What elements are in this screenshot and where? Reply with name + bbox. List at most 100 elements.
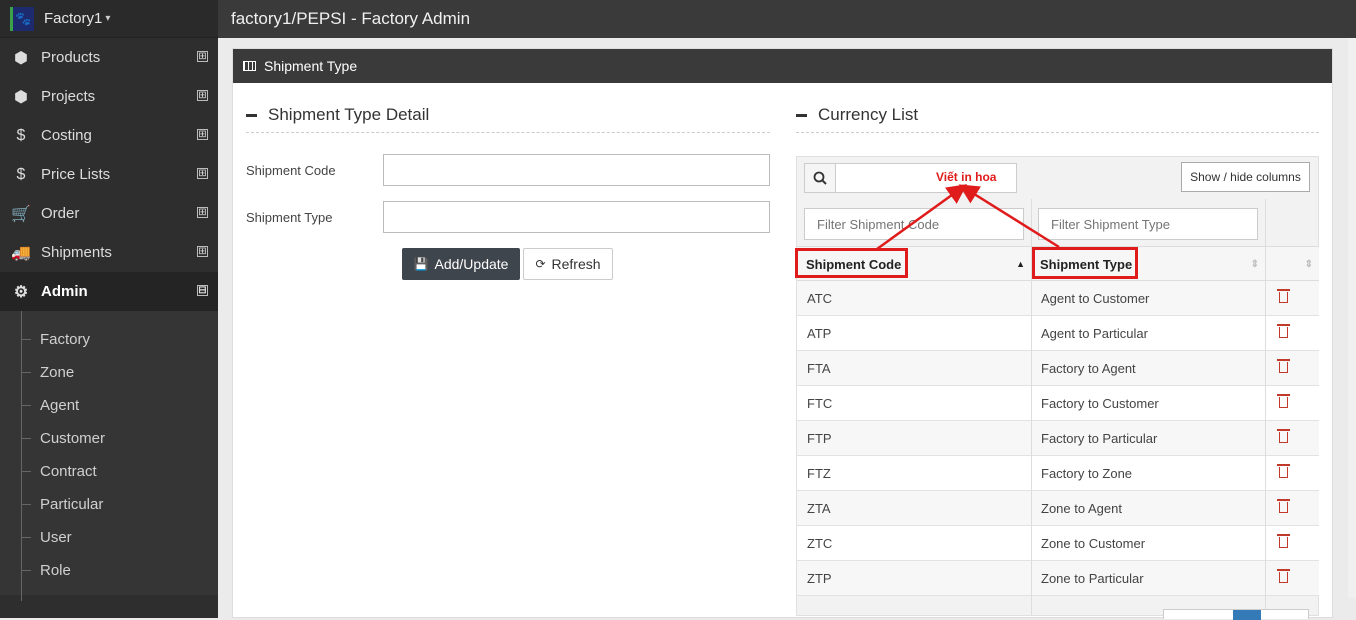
cell-shipment-type: Zone to Agent: [1041, 501, 1122, 516]
expand-toggle-icon[interactable]: ⊞: [197, 168, 208, 179]
expand-toggle-icon[interactable]: ⊞: [197, 246, 208, 257]
dollar-icon: $: [16, 126, 26, 144]
sidebar-item-shipments[interactable]: 🚚 Shipments ⊞: [0, 233, 218, 272]
table-row[interactable]: FTC Factory to Customer: [797, 386, 1319, 421]
trash-icon[interactable]: [1277, 429, 1290, 443]
submenu-item-factory[interactable]: Factory: [0, 323, 218, 356]
dollar-icon: $: [16, 165, 26, 183]
cell-shipment-code: FTZ: [807, 466, 831, 481]
sidebar-item-label: Order: [41, 205, 80, 222]
trash-icon[interactable]: [1277, 394, 1290, 408]
sidebar-item-label: Projects: [41, 88, 96, 105]
sidebar-item-label: Costing: [41, 127, 92, 144]
trash-icon[interactable]: [1277, 534, 1290, 548]
cell-shipment-type: Factory to Agent: [1041, 361, 1136, 376]
sidebar-item-products[interactable]: ⬢ Products ⊞: [0, 38, 218, 77]
cell-shipment-code: FTA: [807, 361, 831, 376]
refresh-button[interactable]: ⟳ Refresh: [523, 248, 613, 280]
refresh-label: Refresh: [551, 256, 601, 272]
table-row[interactable]: FTP Factory to Particular: [797, 421, 1319, 456]
expand-toggle-icon[interactable]: ⊞: [197, 90, 208, 101]
sidebar-item-label: Shipments: [41, 244, 112, 261]
submenu-item-zone[interactable]: Zone: [0, 356, 218, 389]
panel-title: Shipment Type: [264, 58, 358, 74]
submenu-item-agent[interactable]: Agent: [0, 389, 218, 422]
sidebar-item-admin[interactable]: ⚙ Admin ⊟: [0, 272, 218, 311]
sidebar-item-label: Admin: [41, 283, 88, 300]
submenu-item-contract[interactable]: Contract: [0, 455, 218, 488]
collapse-icon[interactable]: [246, 113, 257, 117]
divider: [246, 132, 770, 133]
cell-shipment-code: ZTP: [807, 571, 832, 586]
shipment-code-label: Shipment Code: [246, 163, 336, 178]
divider: [796, 132, 1319, 133]
sidebar-item-label: Products: [41, 49, 101, 66]
shipment-type-input[interactable]: [383, 201, 770, 233]
add-update-button[interactable]: 💾 Add/Update: [402, 248, 520, 280]
trash-icon[interactable]: [1277, 569, 1290, 583]
table-row[interactable]: ZTC Zone to Customer: [797, 526, 1319, 561]
cell-shipment-code: ZTA: [807, 501, 831, 516]
trash-icon[interactable]: [1277, 359, 1290, 373]
sidebar: 🐾 Factory1 ▾ ⬢ Products ⊞ ⬢ Projects ⊞ $ Costin…: [0, 0, 218, 618]
expand-toggle-icon[interactable]: ⊟: [197, 285, 208, 296]
shipment-type-label: Shipment Type: [246, 210, 333, 225]
admin-submenu: Factory Zone Agent Customer Contract Particul…: [0, 311, 218, 601]
table-row[interactable]: ATP Agent to Particular: [797, 316, 1319, 351]
main-panel: Shipment Type Shipment Type Detail Shipm…: [232, 48, 1333, 620]
trash-icon[interactable]: [1277, 289, 1290, 303]
cell-shipment-type: Factory to Particular: [1041, 431, 1158, 446]
sidebar-item-order[interactable]: 🛒 Order ⊞: [0, 194, 218, 233]
shipment-code-input[interactable]: [383, 154, 770, 186]
cart-icon: 🛒: [11, 205, 31, 223]
save-icon: 💾: [413, 257, 429, 271]
detail-title-text: Shipment Type Detail: [268, 105, 430, 124]
table-row[interactable]: ZTP Zone to Particular: [797, 561, 1319, 596]
table-icon: [243, 61, 256, 71]
cell-shipment-type: Zone to Customer: [1041, 536, 1146, 551]
cell-shipment-code: ZTC: [807, 536, 833, 551]
cell-shipment-type: Agent to Particular: [1041, 326, 1148, 341]
add-update-label: Add/Update: [434, 256, 509, 272]
panel-header: Shipment Type: [233, 49, 1332, 83]
cell-shipment-type: Factory to Zone: [1041, 466, 1133, 481]
brand-bar[interactable]: 🐾 Factory1 ▾: [0, 0, 218, 38]
scrollbar[interactable]: [1348, 38, 1356, 598]
detail-section-title[interactable]: Shipment Type Detail: [246, 105, 429, 125]
list-section-title[interactable]: Currency List: [796, 105, 918, 125]
trash-icon[interactable]: [1277, 499, 1290, 513]
submenu-item-role[interactable]: Role: [0, 554, 218, 587]
gears-icon: ⚙: [13, 283, 29, 301]
collapse-icon[interactable]: [796, 113, 807, 117]
submenu-item-customer[interactable]: Customer: [0, 422, 218, 455]
sidebar-item-price-lists[interactable]: $ Price Lists ⊞: [0, 155, 218, 194]
expand-toggle-icon[interactable]: ⊞: [197, 207, 208, 218]
trash-icon[interactable]: [1277, 324, 1290, 338]
table-row[interactable]: ZTA Zone to Agent: [797, 491, 1319, 526]
top-bar: factory1/PEPSI - Factory Admin: [218, 0, 1356, 38]
cubes-icon: ⬢: [14, 88, 28, 106]
truck-icon: 🚚: [11, 244, 31, 262]
sidebar-item-label: Price Lists: [41, 166, 111, 183]
cell-shipment-type: Zone to Particular: [1041, 571, 1144, 586]
cell-shipment-code: FTP: [807, 431, 832, 446]
sidebar-item-costing[interactable]: $ Costing ⊞: [0, 116, 218, 155]
table-row[interactable]: FTZ Factory to Zone: [797, 456, 1319, 491]
expand-toggle-icon[interactable]: ⊞: [197, 51, 208, 62]
cell-shipment-type: Factory to Customer: [1041, 396, 1159, 411]
brand-name: Factory1: [44, 10, 103, 27]
refresh-icon: ⟳: [535, 257, 546, 271]
shipment-type-grid: Show / hide columns Shipment Code ▲ Ship…: [795, 156, 1319, 616]
pagination-active[interactable]: [1233, 610, 1261, 620]
cell-shipment-code: FTC: [807, 396, 833, 411]
page-title: factory1/PEPSI - Factory Admin: [231, 9, 471, 28]
submenu-item-particular[interactable]: Particular: [0, 488, 218, 521]
annotation-arrows: [876, 184, 1060, 251]
list-title-text: Currency List: [818, 105, 919, 124]
submenu-item-user[interactable]: User: [0, 521, 218, 554]
trash-icon[interactable]: [1277, 464, 1290, 478]
table-row[interactable]: FTA Factory to Agent: [797, 351, 1319, 386]
cube-icon: ⬢: [14, 49, 28, 67]
sidebar-item-projects[interactable]: ⬢ Projects ⊞: [0, 77, 218, 116]
expand-toggle-icon[interactable]: ⊞: [197, 129, 208, 140]
